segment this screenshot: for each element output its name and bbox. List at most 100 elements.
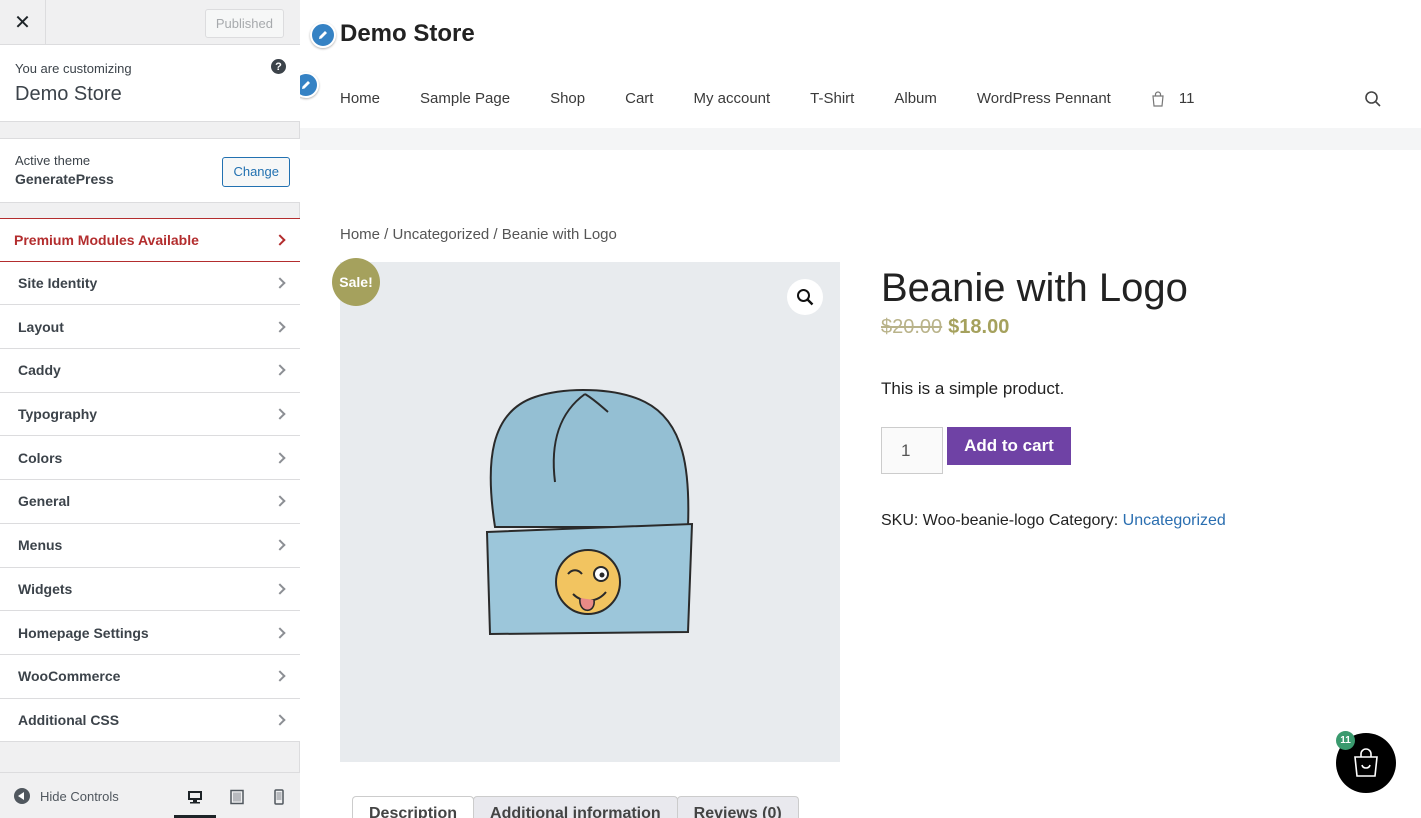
product-short-description: This is a simple product. [881,379,1065,398]
sidebar-item-premium-modules[interactable]: Premium Modules Available [0,218,300,262]
tablet-preview-icon[interactable] [229,789,245,805]
sku-label: SKU: [881,512,919,529]
nav-item-my-account[interactable]: My account [693,90,770,107]
sidebar-item-label: Widgets [18,580,73,597]
sku-value: Woo-beanie-logo [922,512,1045,529]
nav-item-cart[interactable]: Cart [625,90,653,107]
chevron-right-icon [274,583,286,595]
tab-reviews[interactable]: Reviews (0) [676,796,799,818]
caddy-count-badge: 11 [1336,731,1355,750]
nav-item-home[interactable]: Home [340,90,380,107]
sidebar-item-label: Additional CSS [18,711,120,728]
active-theme-panel: Active theme GeneratePress Change [0,138,300,203]
breadcrumb: Home / Uncategorized / Beanie with Logo [340,226,617,243]
search-icon[interactable] [1364,90,1382,108]
chevron-right-icon [274,626,286,639]
nav-item-sample-page[interactable]: Sample Page [420,90,510,107]
nav-item-wordpress-pennant[interactable]: WordPress Pennant [977,90,1111,107]
add-to-cart-button[interactable]: Add to cart [947,427,1071,465]
customizer-menu: Premium Modules Available Site Identity … [0,218,300,743]
chevron-right-icon [274,321,286,333]
sidebar-item-label: Premium Modules Available [14,231,199,248]
nav-item-shop[interactable]: Shop [550,90,585,107]
sidebar-item-caddy[interactable]: Caddy [0,349,300,393]
active-theme-name: GeneratePress [15,171,114,187]
customizer-header: ✕ Published [0,0,300,45]
category-label: Category: [1048,512,1119,529]
shopping-bag-icon [1354,748,1378,777]
sidebar-item-label: Site Identity [18,275,98,292]
sidebar-item-label: Layout [18,318,64,335]
sidebar-item-widgets[interactable]: Widgets [0,567,300,612]
chevron-right-icon [274,408,286,420]
breadcrumb-current: Beanie with Logo [501,226,617,243]
nav-item-t-shirt[interactable]: T-Shirt [810,90,854,107]
site-header: Demo Store Home Sample Page Shop Cart My… [300,0,1421,128]
breadcrumb-separator: / [380,226,393,243]
sidebar-item-homepage-settings[interactable]: Homepage Settings [0,611,300,655]
sidebar-item-label: Menus [18,537,63,554]
product-tabs: Description Additional information Revie… [352,796,799,818]
customizer-sidebar: ✕ Published You are customizing Demo Sto… [0,0,300,818]
sidebar-item-label: General [18,493,71,510]
nav-item-album[interactable]: Album [894,90,937,107]
change-theme-button[interactable]: Change [222,157,290,187]
breadcrumb-category-link[interactable]: Uncategorized [393,226,490,243]
edit-shortcut-pencil-icon[interactable] [310,22,336,48]
sale-price: $18.00 [948,316,1010,338]
product-image[interactable] [340,262,840,762]
sidebar-item-additional-css[interactable]: Additional CSS [0,698,300,743]
chevron-right-icon [274,495,286,508]
nav-cart-link[interactable]: 11 [1151,90,1195,107]
sidebar-item-colors[interactable]: Colors [0,436,300,481]
header-separator [300,128,1421,150]
sidebar-item-layout[interactable]: Layout [0,305,300,350]
customizing-info: You are customizing Demo Store ? [0,45,300,122]
chevron-right-icon [274,714,286,726]
customizer-footer: Hide Controls [0,772,300,818]
collapse-arrow-icon [14,788,30,804]
sidebar-item-label: Homepage Settings [18,624,149,641]
tab-description[interactable]: Description [352,796,475,818]
category-link[interactable]: Uncategorized [1123,512,1226,529]
shopping-bag-icon [1152,90,1164,107]
published-button[interactable]: Published [204,9,284,38]
mobile-preview-icon[interactable] [271,789,287,805]
desktop-preview-icon[interactable] [187,789,203,805]
product-meta: SKU: Woo-beanie-logo Category: Uncategor… [881,512,1226,530]
sidebar-item-site-identity[interactable]: Site Identity [0,261,300,306]
sidebar-item-general[interactable]: General [0,480,300,524]
nav-cart-count: 11 [1178,90,1195,107]
chevron-right-icon [274,234,286,246]
sidebar-item-label: Caddy [18,362,61,379]
sidebar-item-label: Typography [18,406,98,423]
sale-badge: Sale! [332,258,380,306]
hide-controls-button[interactable]: Hide Controls [14,788,119,804]
close-customizer-button[interactable]: ✕ [0,0,46,45]
chevron-right-icon [274,539,286,551]
regular-price: $20.00 [881,316,943,338]
customizing-label: You are customizing [15,61,132,76]
hide-controls-label: Hide Controls [40,788,119,804]
breadcrumb-home-link[interactable]: Home [340,226,380,243]
edit-menu-pencil-icon[interactable] [300,72,319,98]
primary-navigation: Home Sample Page Shop Cart My account T-… [340,90,1234,107]
quantity-input[interactable]: 1 [881,427,943,474]
tab-additional-information[interactable]: Additional information [473,796,678,818]
chevron-right-icon [274,277,286,289]
sidebar-item-label: WooCommerce [18,668,121,685]
breadcrumb-separator: / [489,226,502,243]
help-icon[interactable]: ? [271,59,286,74]
chevron-right-icon [274,670,286,682]
site-title[interactable]: Demo Store [340,20,475,48]
chevron-right-icon [274,452,286,464]
chevron-right-icon [274,364,286,377]
product-price: $20.00 $18.00 [881,316,1009,339]
site-preview: Demo Store Home Sample Page Shop Cart My… [300,0,1421,818]
image-zoom-button[interactable] [787,279,823,315]
sidebar-item-woocommerce[interactable]: WooCommerce [0,654,300,699]
beanie-illustration [485,389,694,636]
sidebar-item-menus[interactable]: Menus [0,523,300,568]
sidebar-item-typography[interactable]: Typography [0,392,300,437]
active-theme-label: Active theme [15,153,91,168]
